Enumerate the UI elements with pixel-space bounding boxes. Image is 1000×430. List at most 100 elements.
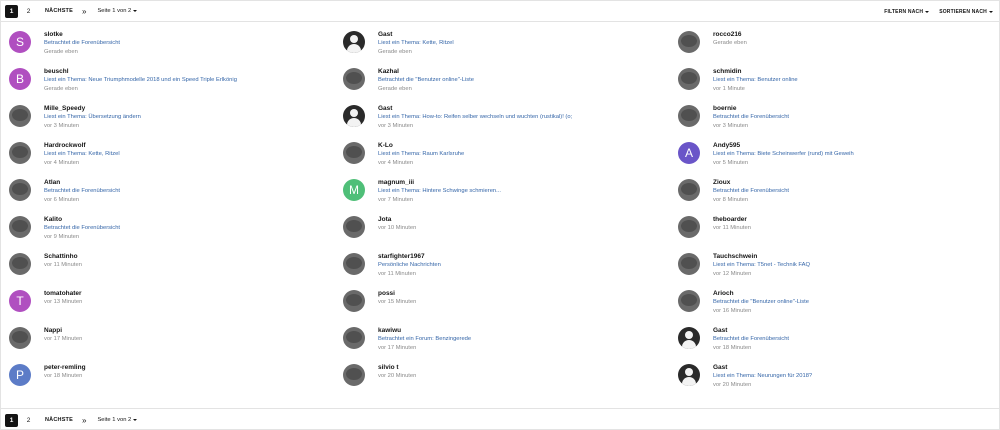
guest-avatar-icon[interactable] <box>343 105 365 127</box>
avatar[interactable] <box>9 327 31 349</box>
activity-link[interactable]: Liest ein Thema: Hintere Schwinge schmie… <box>378 187 673 196</box>
username-link[interactable]: silvio t <box>378 363 673 372</box>
last-seen-time: vor 15 Minuten <box>378 299 417 305</box>
double-chevron-right-icon[interactable]: » <box>82 414 86 427</box>
guest-avatar-icon[interactable] <box>343 31 365 53</box>
username-link[interactable]: Atlan <box>44 178 339 187</box>
activity-link[interactable]: Liest ein Thema: Kette, Ritzel <box>378 39 673 48</box>
activity-link[interactable]: Liest ein Thema: T5net - Technik FAQ <box>713 261 1000 270</box>
avatar[interactable] <box>343 364 365 386</box>
avatar[interactable] <box>9 105 31 127</box>
username-link[interactable]: Kazhal <box>378 67 673 76</box>
activity-link[interactable]: Liest ein Thema: Übersetzung ändern <box>44 113 339 122</box>
avatar[interactable]: S <box>9 31 31 53</box>
avatar[interactable] <box>9 253 31 275</box>
activity-link[interactable]: Betrachtet die Forenübersicht <box>44 39 339 48</box>
member-details: Arioch Betrachtet die "Benutzer online"-L… <box>713 289 1000 315</box>
activity-link[interactable]: Betrachtet die Forenübersicht <box>44 187 339 196</box>
avatar[interactable] <box>678 105 700 127</box>
double-chevron-right-icon[interactable]: » <box>82 5 86 18</box>
activity-link[interactable]: Betrachtet die Forenübersicht <box>713 335 1000 344</box>
page-1-button[interactable]: 1 <box>5 413 18 427</box>
activity-link[interactable]: Betrachtet ein Forum: Benzingerede <box>378 335 673 344</box>
username-link[interactable]: K-Lo <box>378 141 673 150</box>
avatar[interactable] <box>678 253 700 275</box>
page-2-button[interactable]: 2 <box>22 414 35 427</box>
username-link[interactable]: peter-remling <box>44 363 339 372</box>
avatar[interactable]: M <box>343 179 365 201</box>
member-entry: theboarder vor 11 Minuten <box>678 211 1000 243</box>
username-link[interactable]: schmidin <box>713 67 1000 76</box>
page-jump-dropdown[interactable]: Seite 1 von 2 <box>97 5 138 18</box>
avatar[interactable] <box>9 142 31 164</box>
username-link[interactable]: Schattinho <box>44 252 339 261</box>
activity-link[interactable]: Persönliche Nachrichten <box>378 261 673 270</box>
member-entry: boernie Betrachtet die Forenübersicht vor … <box>678 100 1000 132</box>
activity-link[interactable]: Betrachtet die "Benutzer online"-Liste <box>378 76 673 85</box>
sort-by-dropdown[interactable]: SORTIEREN NACH <box>939 9 993 15</box>
avatar[interactable] <box>343 253 365 275</box>
activity-link[interactable]: Liest ein Thema: Neurungen für 2018? <box>713 372 1000 381</box>
page-1-button[interactable]: 1 <box>5 4 18 18</box>
page-jump-dropdown[interactable]: Seite 1 von 2 <box>97 414 138 427</box>
next-page-button[interactable]: NÄCHSTE <box>45 5 73 18</box>
username-link[interactable]: tomatohater <box>44 289 339 298</box>
avatar[interactable] <box>678 179 700 201</box>
avatar[interactable]: B <box>9 68 31 90</box>
username-link[interactable]: magnum_iii <box>378 178 673 187</box>
activity-link[interactable]: Liest ein Thema: Kette, Ritzel <box>44 150 339 159</box>
username-link[interactable]: kawiwu <box>378 326 673 335</box>
guest-avatar-icon[interactable] <box>678 364 700 386</box>
avatar[interactable] <box>678 290 700 312</box>
activity-link[interactable]: Liest ein Thema: Biete Scheinwerfer (run… <box>713 150 1000 159</box>
avatar[interactable] <box>343 142 365 164</box>
page-2-button[interactable]: 2 <box>22 5 35 18</box>
activity-link[interactable]: Liest ein Thema: How-to: Reifen selber w… <box>378 113 673 122</box>
member-entry: Tauchschwein Liest ein Thema: T5net - Tec… <box>678 248 1000 280</box>
username-link[interactable]: Jota <box>378 215 673 224</box>
guest-avatar-icon[interactable] <box>678 327 700 349</box>
username-link[interactable]: Arioch <box>713 289 1000 298</box>
username-link: Gast <box>378 105 393 112</box>
username-link[interactable]: possi <box>378 289 673 298</box>
username-link[interactable]: starfighter1967 <box>378 252 673 261</box>
username-link[interactable]: Hardrockwolf <box>44 141 339 150</box>
avatar[interactable]: P <box>9 364 31 386</box>
username-link[interactable]: Mille_Speedy <box>44 104 339 113</box>
username-link[interactable]: Nappi <box>44 326 339 335</box>
avatar[interactable] <box>343 216 365 238</box>
avatar[interactable]: T <box>9 290 31 312</box>
member-entry: Gast Liest ein Thema: Neurungen für 2018?… <box>678 359 1000 391</box>
avatar[interactable] <box>343 327 365 349</box>
avatar[interactable] <box>678 216 700 238</box>
username-link[interactable]: slotke <box>44 30 339 39</box>
avatar[interactable] <box>678 68 700 90</box>
member-entry: Hardrockwolf Liest ein Thema: Kette, Ritz… <box>9 137 339 169</box>
activity-link[interactable]: Betrachtet die Forenübersicht <box>44 224 339 233</box>
activity-link[interactable]: Liest ein Thema: Benutzer online <box>713 76 1000 85</box>
activity-link[interactable]: Liest ein Thema: Raum Karlsruhe <box>378 150 673 159</box>
username-link[interactable]: Tauchschwein <box>713 252 1000 261</box>
next-page-button[interactable]: NÄCHSTE <box>45 414 73 427</box>
filter-by-dropdown[interactable]: FILTERN NACH <box>884 9 930 15</box>
username-link[interactable]: beuschl <box>44 67 339 76</box>
username-link[interactable]: rocco216 <box>713 30 1000 39</box>
username-link[interactable]: Kalito <box>44 215 339 224</box>
activity-link[interactable]: Betrachtet die Forenübersicht <box>713 113 1000 122</box>
username-link[interactable]: Ziоux <box>713 178 1000 187</box>
avatar[interactable] <box>343 68 365 90</box>
last-seen-time: Gerade eben <box>378 85 412 92</box>
activity-link[interactable]: Liest ein Thema: Neue Triumphmodelle 201… <box>44 76 339 85</box>
avatar[interactable] <box>9 216 31 238</box>
caret-down-icon <box>925 10 930 13</box>
avatar[interactable] <box>343 290 365 312</box>
avatar[interactable]: A <box>678 142 700 164</box>
activity-link[interactable]: Betrachtet die "Benutzer online"-Liste <box>713 298 1000 307</box>
activity-link[interactable]: Betrachtet die Forenübersicht <box>713 187 1000 196</box>
avatar[interactable] <box>678 31 700 53</box>
username-link[interactable]: boernie <box>713 104 1000 113</box>
username-link[interactable]: theboarder <box>713 215 1000 224</box>
avatar[interactable] <box>9 179 31 201</box>
last-seen-time: vor 11 Minuten <box>378 270 416 277</box>
username-link[interactable]: Andy595 <box>713 141 1000 150</box>
